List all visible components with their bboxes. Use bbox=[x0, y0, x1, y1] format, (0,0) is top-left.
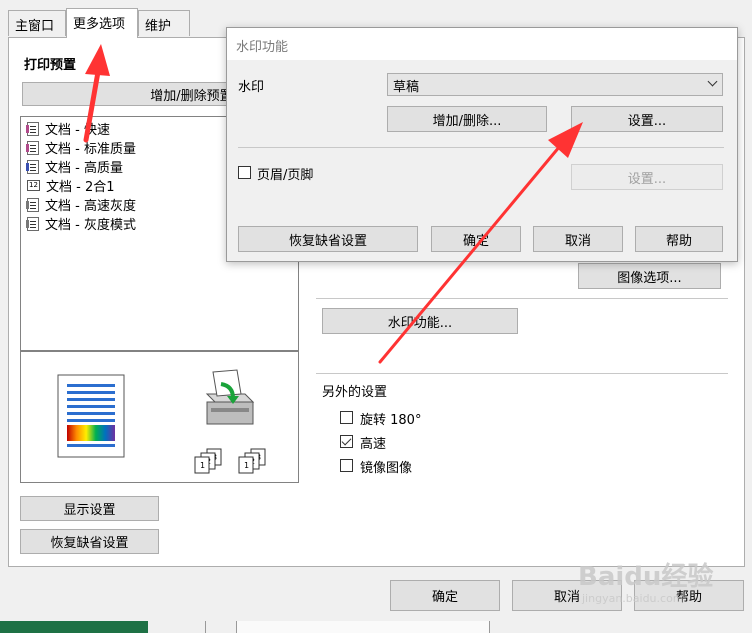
arrow-to-settings-icon bbox=[378, 122, 583, 364]
watermark-url: jingyan.baidu.com bbox=[582, 592, 684, 605]
watermark-brand: Baidu经验 bbox=[578, 562, 714, 592]
baidu-watermark: Baidu经验 jingyan.baidu.com bbox=[578, 562, 748, 622]
tab-more-options[interactable]: 更多选项 bbox=[66, 8, 138, 38]
arrow-to-more-options-icon bbox=[83, 44, 110, 143]
annotation-arrows bbox=[83, 44, 583, 364]
